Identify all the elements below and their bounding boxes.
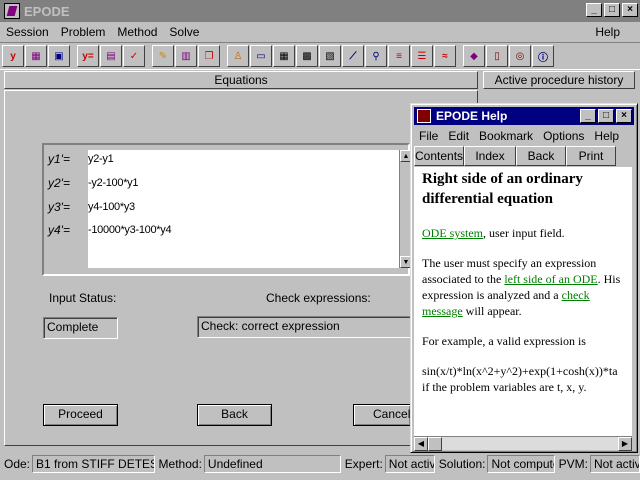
help-back-button[interactable]: Back — [516, 146, 566, 166]
equation-label-y2: y2'= — [48, 176, 70, 190]
method-label: Method: — [158, 457, 202, 471]
help-book-icon[interactable] — [417, 109, 431, 123]
y-eq-icon[interactable]: y= — [77, 45, 99, 67]
cancel-button[interactable]: Cancel — [353, 404, 411, 426]
help-menubar: File Edit Bookmark Options Help — [414, 127, 634, 145]
menu-session[interactable]: Session — [0, 25, 55, 39]
waves-icon[interactable]: ≈ — [434, 45, 456, 67]
menu-problem[interactable]: Problem — [55, 25, 112, 39]
equation-label-y4: y4'= — [48, 223, 70, 237]
help-content: Right side of an ordinary differential e… — [414, 167, 632, 437]
link-ode-system[interactable]: ODE system — [422, 226, 483, 240]
help-paragraph-4: if the problem variables are t, x, y. — [422, 380, 587, 394]
check-expressions-field: Check: correct expression — [197, 316, 411, 338]
help-menu-help[interactable]: Help — [589, 127, 624, 145]
help-paragraph-3: For example, a valid expression is — [422, 334, 586, 348]
app-title: EPODE — [24, 3, 70, 19]
solution-label: Solution: — [438, 457, 486, 471]
equation-value-y3[interactable]: y4-100*y3 — [88, 201, 135, 213]
equation-value-y1[interactable]: y2-y1 — [88, 153, 114, 165]
history-header: Active procedure history — [483, 71, 635, 89]
equation-label-y1: y1'= — [48, 152, 70, 166]
save-icon[interactable]: ▣ — [48, 45, 70, 67]
help-menu-bookmark[interactable]: Bookmark — [474, 127, 538, 145]
close-button[interactable]: × — [622, 3, 638, 17]
input-status-field: Complete — [43, 317, 118, 339]
menu-method[interactable]: Method — [111, 25, 163, 39]
method-value: Undefined — [203, 455, 341, 473]
menubar: Session Problem Method Solve Help — [0, 22, 640, 42]
tree-icon[interactable]: ⚲ — [365, 45, 387, 67]
person-icon[interactable]: ♙ — [227, 45, 249, 67]
input-status-label: Input Status: — [49, 291, 117, 305]
menu-help[interactable]: Help — [589, 25, 626, 39]
bars-icon[interactable]: ☰ — [411, 45, 433, 67]
maximize-button[interactable]: □ — [604, 3, 620, 17]
menu-solve[interactable]: Solve — [163, 25, 205, 39]
help-titlebar: EPODE Help _ □ × — [414, 107, 634, 125]
back-button[interactable]: Back — [197, 404, 272, 426]
expert-value: Not active — [384, 455, 435, 473]
ode-label: Ode: — [4, 457, 31, 471]
toolbar: y ▦ ▣ y= ▤ ✓ ✎ ▥ ❐ ♙ ▭ ▦ ▩ ▧ ⟋ ⚲ ≡ ☰ ≈ ◆… — [0, 42, 640, 70]
help-heading: Right side of an ordinary differential e… — [422, 171, 583, 207]
statusbar: Ode: B1 from STIFF DETEST, li Method: Un… — [0, 453, 640, 475]
help-button-bar: Contents Index Back Print — [414, 146, 632, 166]
help-menu-options[interactable]: Options — [538, 127, 589, 145]
equation-label-y3: y3'= — [48, 200, 70, 214]
help-close-button[interactable]: × — [616, 109, 632, 123]
copy-icon[interactable]: ❐ — [198, 45, 220, 67]
equations-header: Equations — [4, 71, 478, 89]
help-contents-button[interactable]: Contents — [414, 146, 464, 166]
target-icon[interactable]: ◎ — [509, 45, 531, 67]
check-expressions-label: Check expressions: — [266, 291, 371, 305]
expert-label: Expert: — [344, 457, 383, 471]
solution-value: Not computed — [487, 455, 555, 473]
open-icon[interactable]: ▦ — [25, 45, 47, 67]
help-formula: sin(x/t)*ln(x^2+y^2)+exp(1+cosh(x))*ta — [422, 364, 618, 378]
help-title: EPODE Help — [436, 109, 508, 123]
help-minimize-button[interactable]: _ — [580, 109, 596, 123]
main-titlebar: EPODE _ □ × — [0, 0, 640, 22]
link-left-side-ode[interactable]: left side of an ODE — [504, 272, 597, 286]
pvm-value: Not active — [590, 455, 640, 473]
app-logo-icon[interactable] — [4, 3, 20, 19]
help-index-button[interactable]: Index — [464, 146, 516, 166]
window-controls: _ □ × — [586, 3, 638, 17]
edit-icon[interactable]: ▤ — [100, 45, 122, 67]
grid-icon[interactable]: ▩ — [296, 45, 318, 67]
info-icon[interactable]: ⓘ — [532, 45, 554, 67]
matrix-icon[interactable]: ▧ — [319, 45, 341, 67]
minimize-button[interactable]: _ — [586, 3, 602, 17]
ode-value: B1 from STIFF DETEST, li — [32, 455, 155, 473]
help-maximize-button[interactable]: □ — [598, 109, 614, 123]
new-icon[interactable]: y — [2, 45, 24, 67]
book-icon[interactable]: ▯ — [486, 45, 508, 67]
compare-icon[interactable]: ▥ — [175, 45, 197, 67]
help-print-button[interactable]: Print — [566, 146, 616, 166]
proceed-button[interactable]: Proceed — [43, 404, 118, 426]
help-menu-file[interactable]: File — [414, 127, 443, 145]
help-paragraph-1: ODE system, user input field. — [422, 226, 565, 240]
computer-icon[interactable]: ▭ — [250, 45, 272, 67]
help-menu-edit[interactable]: Edit — [443, 127, 474, 145]
scroll-left-arrow-icon[interactable]: ◀ — [414, 437, 428, 451]
scroll-right-arrow-icon[interactable]: ▶ — [618, 437, 632, 451]
scroll-thumb[interactable] — [428, 437, 442, 451]
check-icon[interactable]: ✓ — [123, 45, 145, 67]
equation-value-y2[interactable]: -y2-100*y1 — [88, 177, 139, 189]
equation-value-y4[interactable]: -10000*y3-100*y4 — [88, 224, 172, 236]
paint-icon[interactable]: ✎ — [152, 45, 174, 67]
table-icon[interactable]: ▦ — [273, 45, 295, 67]
help-paragraph-2: The user must specify an expression asso… — [422, 256, 621, 318]
diamond-icon[interactable]: ◆ — [463, 45, 485, 67]
graph-icon[interactable]: ⟋ — [342, 45, 364, 67]
lines-icon[interactable]: ≡ — [388, 45, 410, 67]
pvm-label: PVM: — [558, 457, 588, 471]
help-window-controls: _ □ × — [580, 109, 632, 123]
help-horizontal-scrollbar[interactable]: ◀ ▶ — [414, 436, 632, 451]
